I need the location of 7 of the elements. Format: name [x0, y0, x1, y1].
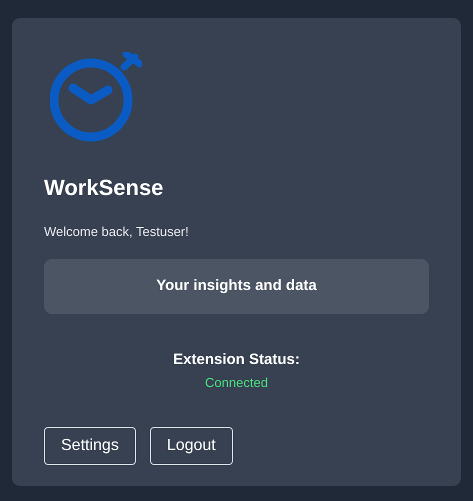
app-title: WorkSense	[44, 174, 164, 202]
status-value: Connected	[205, 374, 268, 392]
action-button[interactable]: Logout	[150, 426, 233, 464]
action-button[interactable]: Settings	[44, 426, 136, 464]
insights-button[interactable]: Your insights and data	[44, 258, 429, 314]
welcome-text: Welcome back, Testuser!	[44, 223, 190, 241]
status-label: Extension Status:	[173, 350, 300, 370]
